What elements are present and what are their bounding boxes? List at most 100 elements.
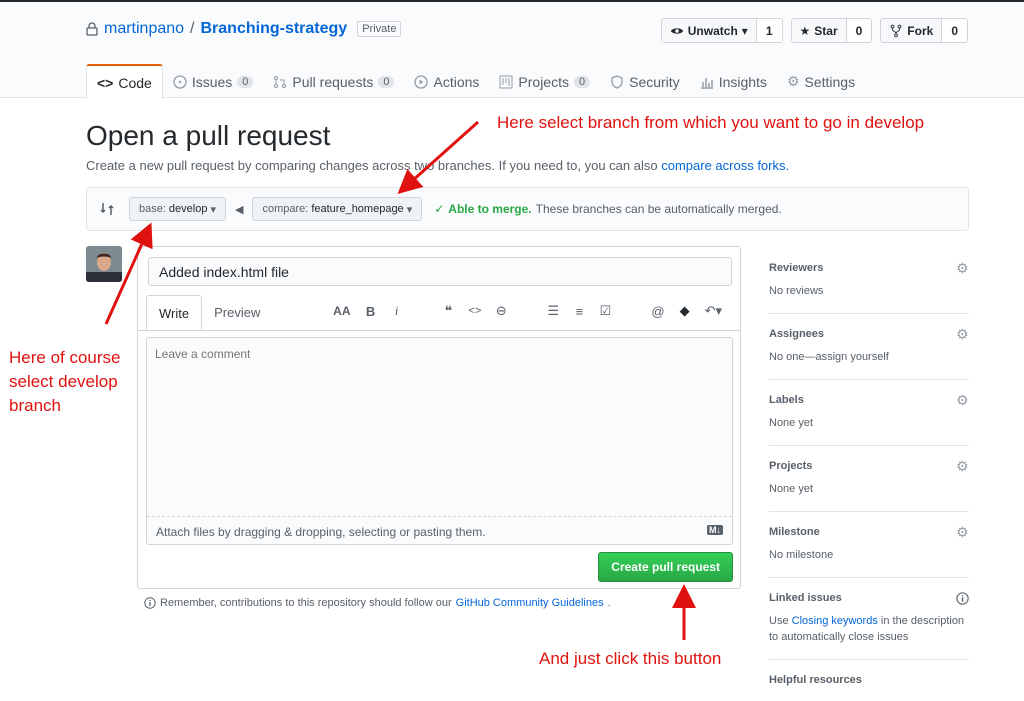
watch-count[interactable]: 1	[756, 19, 782, 42]
tab-insights-label: Insights	[718, 73, 767, 90]
bookmark-icon[interactable]: ◆	[679, 303, 691, 319]
gear-icon[interactable]: ⚙	[956, 327, 969, 341]
code-icon[interactable]: <>	[469, 305, 482, 317]
ordered-list-icon[interactable]: ≡	[573, 304, 585, 319]
sidebar-helpful-resources: Helpful resources	[769, 670, 969, 701]
chevron-down-icon: ▾	[406, 203, 413, 216]
heading-icon[interactable]: AA	[333, 304, 350, 318]
sidebar-heading: Assignees	[769, 328, 825, 340]
italic-icon[interactable]: i	[391, 303, 403, 319]
annotation-left-3: branch	[9, 396, 61, 415]
gear-icon[interactable]: ⚙	[956, 459, 969, 473]
fork-group: Fork 0	[880, 18, 968, 43]
gear-icon[interactable]: ⚙	[956, 525, 969, 539]
sidebar-projects[interactable]: Projects None yet ⚙	[769, 456, 969, 512]
repo-title: martinpano / Branching-strategy Private	[86, 20, 402, 38]
repo-slash: /	[190, 20, 195, 37]
annotation-top: Here select branch from which you want t…	[497, 113, 925, 132]
tab-issues[interactable]: Issues 0	[163, 64, 264, 99]
closing-keywords-link[interactable]: Closing keywords	[792, 615, 878, 627]
tab-settings[interactable]: ⚙ Settings	[777, 64, 865, 99]
merge-ok-text: Able to merge.	[448, 202, 532, 216]
compare-label: compare:	[262, 203, 309, 215]
merge-info-text: These branches can be automatically merg…	[535, 202, 782, 216]
tab-code[interactable]: <> Code	[86, 64, 163, 99]
tab-insights[interactable]: Insights	[690, 64, 777, 99]
compare-value: feature_homepage	[311, 203, 404, 215]
community-guidelines-link[interactable]: GitHub Community Guidelines	[456, 597, 604, 609]
repo-header: martinpano / Branching-strategy Private …	[0, 2, 1024, 99]
tab-write[interactable]: Write	[146, 295, 203, 331]
attach-text: Attach files by dragging & dropping, sel…	[156, 525, 486, 539]
star-count[interactable]: 0	[846, 19, 872, 42]
link-icon[interactable]: ⊖	[495, 303, 507, 319]
sidebar-milestone[interactable]: Milestone No milestone ⚙	[769, 522, 969, 578]
repo-owner-link[interactable]: martinpano	[104, 20, 184, 38]
tab-pull-requests[interactable]: Pull requests 0	[263, 64, 404, 99]
tab-preview[interactable]: Preview	[202, 295, 272, 330]
base-value: develop	[168, 203, 208, 215]
page-title: Open a pull request	[86, 120, 331, 151]
avatar	[86, 246, 122, 282]
attach-files-bar[interactable]: Attach files by dragging & dropping, sel…	[147, 516, 732, 544]
sidebar-heading: Linked issues	[769, 592, 842, 604]
tab-settings-label: Settings	[804, 73, 856, 90]
sidebar-assignees[interactable]: Assignees No one—assign yourself ⚙	[769, 324, 969, 380]
arrow-to-compare	[397, 120, 480, 195]
annotation-left-2: select develop	[9, 372, 118, 391]
compare-arrows-icon	[100, 203, 114, 215]
tab-security-label: Security	[629, 73, 680, 90]
bold-icon[interactable]: B	[365, 304, 377, 319]
star-button[interactable]: ★ Star	[791, 19, 847, 42]
gear-icon[interactable]: ⚙	[956, 261, 969, 275]
info-icon	[956, 592, 969, 605]
chevron-down-icon: ▾	[741, 23, 748, 38]
fork-count[interactable]: 0	[942, 19, 967, 42]
base-branch-select[interactable]: base: develop ▾	[129, 197, 226, 221]
sidebar-linked-issues: Linked issues Use Closing keywords in th…	[769, 588, 969, 660]
fork-label: Fork	[907, 23, 934, 38]
unordered-list-icon[interactable]: ☰	[547, 303, 560, 319]
range-editor: base: develop ▾ ◀ compare: feature_homep…	[86, 187, 969, 231]
repo-tabs: <> Code Issues 0 Pull requests 0 Actions…	[86, 64, 865, 99]
comment-textarea[interactable]	[147, 338, 732, 516]
quote-icon[interactable]: ❝	[443, 303, 455, 319]
compare-branch-select[interactable]: compare: feature_homepage ▾	[252, 197, 423, 221]
mention-icon[interactable]: @	[651, 304, 664, 319]
fork-icon	[890, 24, 902, 37]
sidebar-value: No milestone	[769, 549, 834, 561]
reply-icon[interactable]: ↶▾	[705, 303, 722, 319]
tab-pull-requests-label: Pull requests	[292, 73, 374, 90]
star-label: Star	[814, 23, 838, 38]
unwatch-button[interactable]: Unwatch ▾	[661, 19, 757, 42]
repo-name-link[interactable]: Branching-strategy	[201, 20, 348, 38]
code-icon: <>	[97, 74, 114, 91]
project-icon	[499, 75, 513, 88]
fork-button[interactable]: Fork	[881, 19, 943, 42]
sidebar-reviewers[interactable]: Reviewers No reviews ⚙	[769, 258, 969, 314]
sidebar-value: None yet	[769, 417, 814, 429]
linked-pre: Use	[769, 615, 789, 627]
markdown-icon[interactable]: M↓	[707, 525, 723, 535]
issues-counter: 0	[237, 75, 254, 88]
reminder-text: Remember, contributions to this reposito…	[160, 597, 452, 609]
tab-security[interactable]: Security	[600, 64, 690, 99]
private-badge: Private	[357, 21, 402, 37]
sidebar-labels[interactable]: Labels None yet ⚙	[769, 390, 969, 446]
gear-icon[interactable]: ⚙	[956, 393, 969, 407]
sidebar: Reviewers No reviews ⚙ Assignees No one—…	[769, 258, 969, 701]
star-icon: ★	[799, 23, 811, 38]
pull-request-icon	[274, 75, 287, 88]
compare-across-forks-link[interactable]: compare across forks.	[661, 158, 789, 173]
tab-code-label: Code	[118, 74, 152, 91]
task-list-icon[interactable]: ☑	[599, 303, 612, 319]
pr-title-input[interactable]	[148, 257, 732, 286]
sidebar-heading: Helpful resources	[769, 674, 862, 686]
sidebar-value: No one—assign yourself	[769, 351, 889, 363]
tab-actions[interactable]: Actions	[404, 64, 489, 99]
reminder-end: .	[607, 597, 611, 609]
sidebar-heading: Projects	[769, 460, 813, 472]
create-pull-request-button[interactable]: Create pull request	[598, 552, 733, 582]
shield-icon	[611, 74, 623, 89]
tab-projects[interactable]: Projects 0	[489, 64, 600, 99]
